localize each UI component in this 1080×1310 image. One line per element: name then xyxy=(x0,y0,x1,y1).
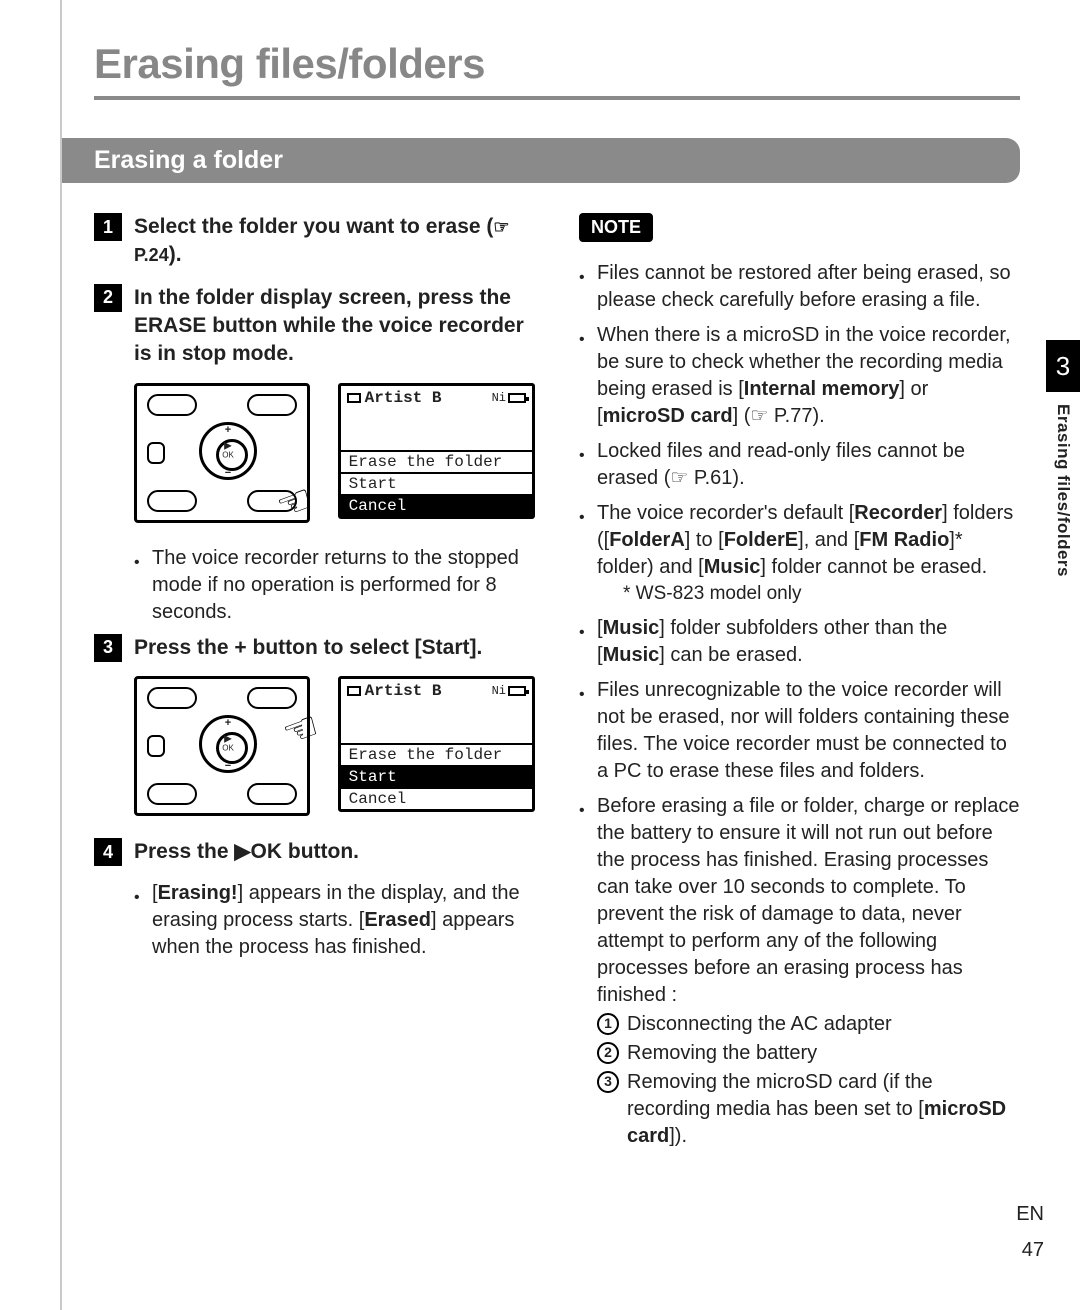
bullet-dot-icon xyxy=(579,322,587,430)
lcd-line: Erase the folder xyxy=(341,450,532,472)
section-header: Erasing a folder xyxy=(60,138,1020,183)
ok-icon: ▶OK xyxy=(222,441,234,459)
lcd-line: Erase the folder xyxy=(341,743,532,765)
figure-step2: + − ▶OK ☜ Artist B Ni Erase the folder S… xyxy=(134,383,535,523)
device-button xyxy=(147,687,197,709)
left-column: 1 Select the folder you want to erase (☞… xyxy=(94,213,535,1160)
device-button xyxy=(247,394,297,416)
device-button xyxy=(147,735,165,757)
bullet-dot-icon xyxy=(134,545,142,626)
device-button xyxy=(247,687,297,709)
page-title: Erasing files/folders xyxy=(94,40,1020,88)
figure-step3: + − ▶OK ☜ Artist B Ni Erase the folder S… xyxy=(134,676,535,816)
pointing-hand-icon: ☜ xyxy=(270,475,319,530)
step-1: 1 Select the folder you want to erase (☞… xyxy=(94,213,535,270)
bullet-dot-icon xyxy=(579,438,587,492)
device-button xyxy=(147,490,197,512)
note-badge: NOTE xyxy=(579,213,653,242)
lcd-statusbar: Artist B Ni xyxy=(341,386,532,410)
circled-number-icon: 1 xyxy=(597,1013,619,1035)
lcd-statusbar: Artist B Ni xyxy=(341,679,532,703)
pointing-hand-icon: ☜ xyxy=(276,702,325,757)
step-number: 1 xyxy=(94,213,122,241)
battery-icon: Ni xyxy=(492,391,526,405)
lcd-option-start: Start xyxy=(341,765,532,787)
content-columns: 1 Select the folder you want to erase (☞… xyxy=(94,213,1020,1160)
note-item: Before erasing a file or folder, charge … xyxy=(579,793,1020,1152)
step-number: 4 xyxy=(94,838,122,866)
bullet-dot-icon xyxy=(579,677,587,785)
note-item: Files unrecognizable to the voice record… xyxy=(579,677,1020,785)
dpad-icon: + − ▶OK xyxy=(199,422,257,480)
page-number: 47 xyxy=(1022,1239,1044,1262)
bullet: [Erasing!] appears in the display, and t… xyxy=(134,880,535,961)
device-button xyxy=(147,783,197,805)
chapter-number: 3 xyxy=(1046,340,1080,392)
device-button xyxy=(247,783,297,805)
step-text: In the folder display screen, press the … xyxy=(134,284,535,369)
note-item: Locked files and read-only files cannot … xyxy=(579,438,1020,492)
folder-icon xyxy=(347,393,361,403)
circled-number-icon: 2 xyxy=(597,1042,619,1064)
minus-icon: − xyxy=(225,760,231,772)
enum-item: 2 Removing the battery xyxy=(597,1040,1020,1067)
ok-icon: ▶OK xyxy=(222,734,234,752)
minus-icon: − xyxy=(225,467,231,479)
title-underline xyxy=(94,96,1020,100)
lcd-screen: Artist B Ni Erase the folder Start Cance… xyxy=(338,383,535,519)
lcd-screen: Artist B Ni Erase the folder Start Cance… xyxy=(338,676,535,812)
bullet-dot-icon xyxy=(579,793,587,1152)
plus-icon: + xyxy=(225,717,231,729)
side-tab: 3 Erasing files/folders xyxy=(1046,340,1080,577)
footnote: * WS-823 model only xyxy=(623,581,1020,607)
right-column: NOTE Files cannot be restored after bein… xyxy=(579,213,1020,1160)
lcd-option-cancel: Cancel xyxy=(341,787,532,809)
step-4: 4 Press the ▶OK button. xyxy=(94,838,535,866)
device-button xyxy=(147,394,197,416)
step-text: Select the folder you want to erase (☞ P… xyxy=(134,213,535,270)
bullet-dot-icon xyxy=(134,880,142,961)
note-item: [Music] folder subfolders other than the… xyxy=(579,615,1020,669)
step-number: 3 xyxy=(94,634,122,662)
lcd-option-cancel: Cancel xyxy=(341,494,532,516)
bullet-dot-icon xyxy=(579,500,587,607)
lcd-folder-name: Artist B xyxy=(347,389,442,407)
step-number: 2 xyxy=(94,284,122,312)
circled-number-icon: 3 xyxy=(597,1071,619,1093)
bullet-dot-icon xyxy=(579,260,587,314)
lcd-folder-name: Artist B xyxy=(347,682,442,700)
enum-item: 3 Removing the microSD card (if the reco… xyxy=(597,1069,1020,1150)
language-code: EN xyxy=(1016,1203,1044,1226)
step-text: Press the + button to select [Start]. xyxy=(134,634,482,662)
bullet-dot-icon xyxy=(579,615,587,669)
note-item: When there is a microSD in the voice rec… xyxy=(579,322,1020,430)
step-3: 3 Press the + button to select [Start]. xyxy=(94,634,535,662)
manual-page: Erasing files/folders Erasing a folder 1… xyxy=(0,0,1080,1310)
bullet: The voice recorder returns to the stoppe… xyxy=(134,545,535,626)
lcd-option-start: Start xyxy=(341,472,532,494)
battery-icon: Ni xyxy=(492,684,526,698)
step-2: 2 In the folder display screen, press th… xyxy=(94,284,535,369)
plus-icon: + xyxy=(225,424,231,436)
chapter-label: Erasing files/folders xyxy=(1053,404,1073,577)
folder-icon xyxy=(347,686,361,696)
left-rule xyxy=(60,0,62,1310)
dpad-icon: + − ▶OK xyxy=(199,715,257,773)
device-illustration: + − ▶OK ☜ xyxy=(134,676,310,816)
note-item: The voice recorder's default [Recorder] … xyxy=(579,500,1020,607)
device-button xyxy=(147,442,165,464)
enum-item: 1 Disconnecting the AC adapter xyxy=(597,1011,1020,1038)
step-text: Press the ▶OK button. xyxy=(134,838,359,866)
device-illustration: + − ▶OK ☜ xyxy=(134,383,310,523)
note-item: Files cannot be restored after being era… xyxy=(579,260,1020,314)
